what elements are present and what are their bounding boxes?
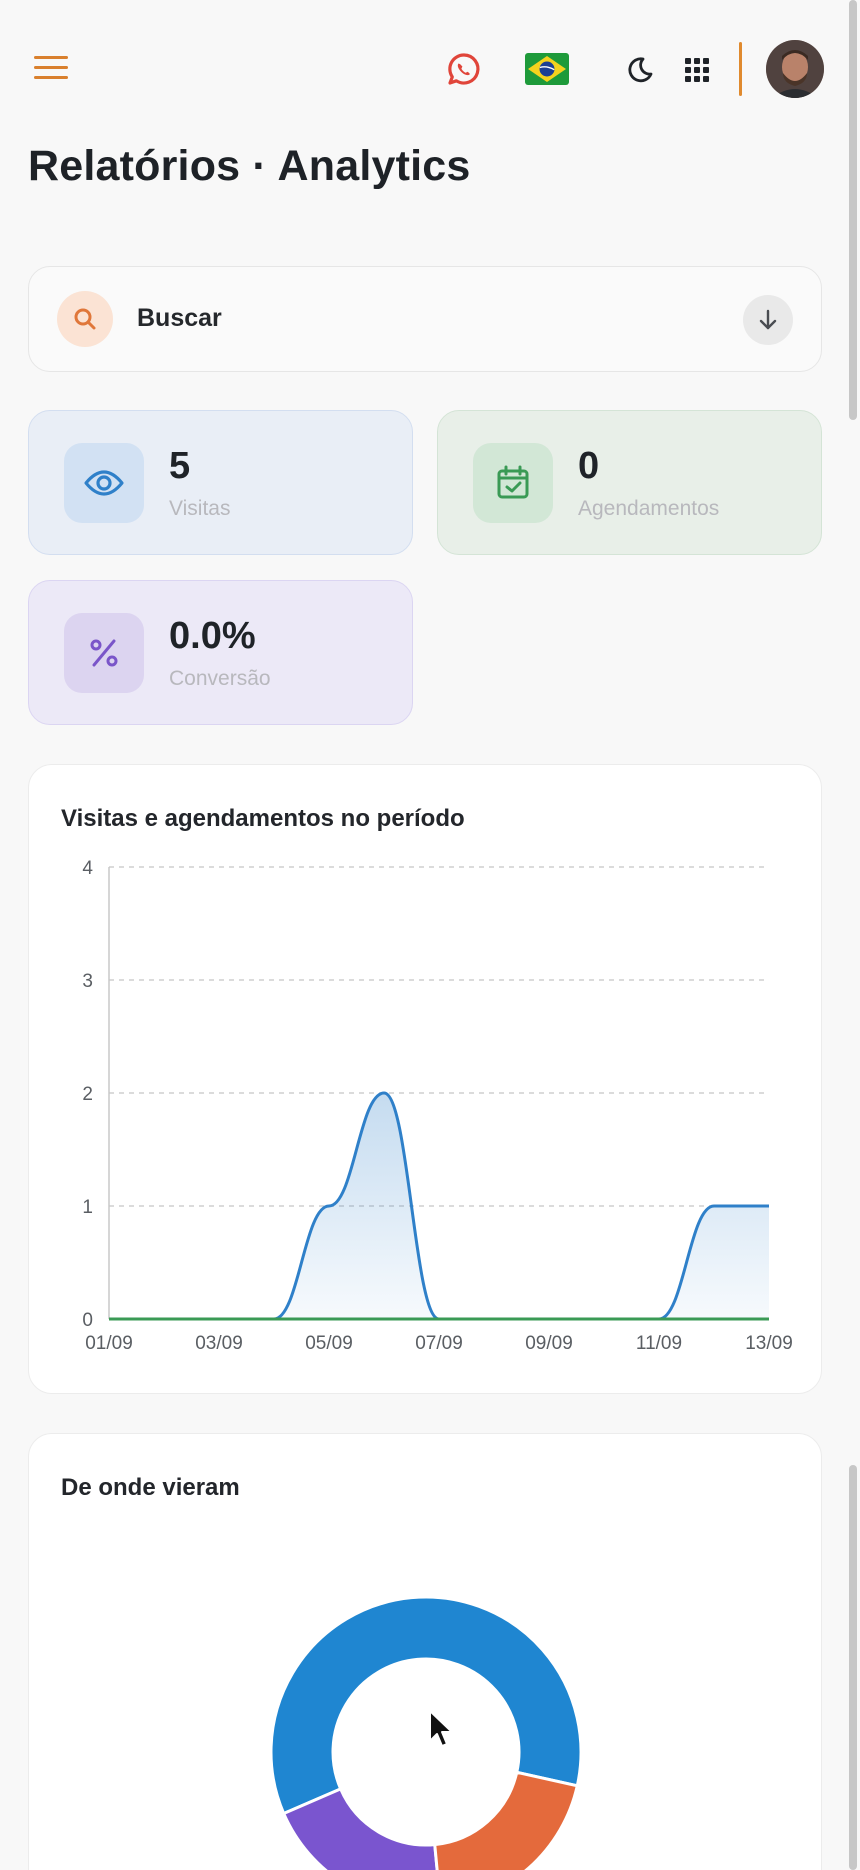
page-title: Relatórios · Analytics bbox=[28, 142, 471, 190]
sources-chart-card: De onde vieram bbox=[28, 1433, 822, 1870]
x-tick-label: 01/09 bbox=[85, 1333, 133, 1354]
stat-label: Visitas bbox=[169, 497, 231, 520]
sources-donut-chart bbox=[269, 1595, 583, 1870]
brazil-flag-icon[interactable] bbox=[525, 52, 569, 86]
header-divider bbox=[739, 42, 742, 96]
scrollbar-thumb[interactable] bbox=[849, 1465, 857, 1870]
scrollbar-thumb[interactable] bbox=[849, 0, 857, 420]
x-tick-label: 05/09 bbox=[305, 1333, 353, 1354]
search-label: Buscar bbox=[137, 304, 222, 332]
arrow-down-icon[interactable] bbox=[743, 295, 793, 345]
stat-card-conversion: 0.0% Conversão bbox=[28, 580, 413, 725]
y-tick-label: 1 bbox=[82, 1197, 93, 1218]
top-bar bbox=[0, 0, 860, 140]
calendar-check-icon bbox=[473, 443, 553, 523]
menu-icon[interactable] bbox=[34, 56, 68, 82]
stat-value: 5 bbox=[169, 445, 191, 487]
donut-slice bbox=[433, 1770, 580, 1870]
search-bar[interactable]: Buscar bbox=[28, 266, 822, 372]
x-tick-label: 09/09 bbox=[525, 1333, 573, 1354]
stat-value: 0 bbox=[578, 445, 600, 487]
visits-chart-card: Visitas e agendamentos no período 012340… bbox=[28, 764, 822, 1394]
avatar[interactable] bbox=[766, 40, 824, 98]
x-tick-label: 07/09 bbox=[415, 1333, 463, 1354]
x-tick-label: 11/09 bbox=[636, 1333, 682, 1354]
apps-grid-icon[interactable] bbox=[675, 48, 719, 92]
stat-label: Conversão bbox=[169, 667, 271, 690]
percent-icon bbox=[64, 613, 144, 693]
stat-card-appointments: 0 Agendamentos bbox=[437, 410, 822, 555]
search-icon bbox=[57, 291, 113, 347]
moon-icon[interactable] bbox=[618, 48, 662, 92]
y-tick-label: 4 bbox=[82, 858, 93, 879]
whatsapp-icon[interactable] bbox=[442, 48, 486, 92]
stat-value: 0.0% bbox=[169, 615, 256, 657]
stat-label: Agendamentos bbox=[578, 497, 720, 520]
y-tick-label: 0 bbox=[82, 1310, 93, 1331]
y-tick-label: 2 bbox=[82, 1084, 93, 1105]
stat-card-visits: 5 Visitas bbox=[28, 410, 413, 555]
x-tick-label: 03/09 bbox=[195, 1333, 243, 1354]
visits-appointments-chart: 0 1 2 3 4 01/09 03/09 05/09 07/09 09/09 11/09 13/09 bbox=[82, 858, 793, 1354]
y-tick-label: 3 bbox=[82, 971, 93, 992]
eye-icon bbox=[64, 443, 144, 523]
mouse-cursor-icon bbox=[429, 1710, 453, 1747]
x-tick-label: 13/09 bbox=[745, 1333, 793, 1354]
